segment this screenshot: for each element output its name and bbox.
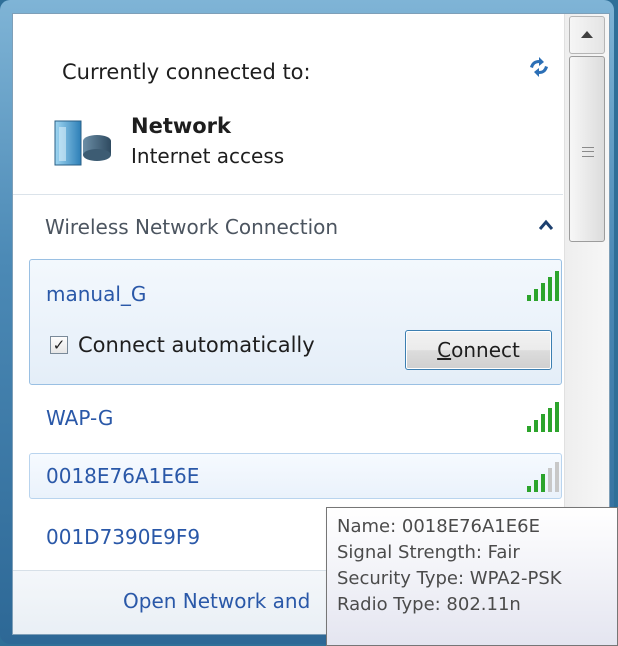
tooltip-signal: Signal Strength: Fair	[337, 542, 520, 563]
connect-button[interactable]: Connect	[405, 330, 552, 370]
signal-strength-icon	[527, 271, 559, 301]
open-network-center-link[interactable]: Open Network and	[123, 589, 310, 613]
network-ssid[interactable]: 001D7390E9F9	[46, 525, 200, 549]
network-ssid[interactable]: 0018E76A1E6E	[46, 464, 199, 488]
scroll-up-button[interactable]	[569, 16, 605, 54]
signal-strength-icon	[527, 462, 559, 492]
chevron-up-icon[interactable]	[539, 219, 553, 231]
connected-network-status: Internet access	[131, 144, 285, 168]
tooltip-name: Name: 0018E76A1E6E	[337, 516, 540, 537]
wireless-section-label[interactable]: Wireless Network Connection	[45, 215, 338, 239]
connect-automatically-label[interactable]: Connect automatically	[78, 333, 315, 357]
connect-button-label: onnect	[451, 338, 520, 362]
connect-button-accelerator: C	[437, 338, 452, 362]
section-divider	[13, 194, 563, 195]
network-ssid[interactable]: manual_G	[46, 282, 146, 306]
tooltip-radio: Radio Type: 802.11n	[337, 594, 521, 615]
refresh-icon[interactable]	[527, 56, 551, 78]
connected-label: Currently connected to:	[62, 60, 311, 84]
scroll-thumb[interactable]	[569, 56, 605, 242]
network-tooltip: Name: 0018E76A1E6E Signal Strength: Fair…	[326, 507, 618, 646]
scroll-grip-icon	[582, 147, 594, 157]
connect-automatically-checkbox[interactable]: ✓	[50, 336, 68, 354]
network-ssid[interactable]: WAP-G	[46, 406, 113, 430]
signal-strength-icon	[527, 402, 559, 432]
scroll-up-arrow-icon	[581, 31, 593, 38]
network-computer-icon	[54, 120, 111, 166]
tooltip-security: Security Type: WPA2-PSK	[337, 568, 562, 589]
connected-network-name: Network	[131, 114, 232, 138]
